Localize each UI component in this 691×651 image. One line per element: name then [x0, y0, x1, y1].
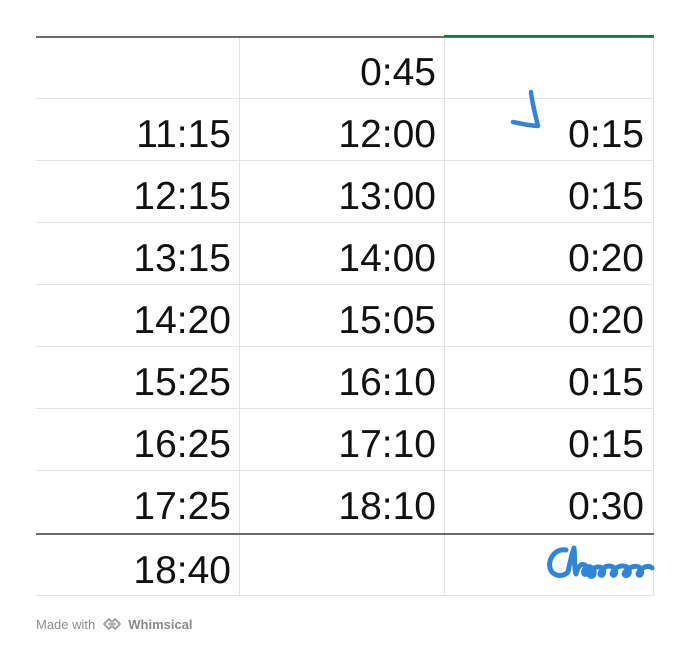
cell-end[interactable]: 18:10	[239, 470, 444, 532]
cell-end[interactable]: 0:45	[239, 36, 444, 98]
table-row: 14:20 15:05 0:20	[36, 284, 654, 346]
checkmark-icon	[510, 89, 541, 129]
cell-start[interactable]: 12:15	[36, 160, 239, 222]
cell-end[interactable]	[239, 534, 444, 596]
whimsical-logo-icon[interactable]	[101, 615, 123, 633]
cell-start[interactable]	[36, 36, 239, 98]
cell-break[interactable]: 0:15	[444, 98, 654, 160]
table-row: 0:45	[36, 36, 654, 98]
table-row: 16:25 17:10 0:15	[36, 408, 654, 470]
cell-break[interactable]	[444, 36, 654, 98]
table-row: 13:15 14:00 0:20	[36, 222, 654, 284]
cell-break[interactable]: 0:15	[444, 160, 654, 222]
cell-break[interactable]: 0:30	[444, 470, 654, 532]
signature-icon	[547, 545, 655, 579]
cell-start[interactable]: 15:25	[36, 346, 239, 408]
cell-start[interactable]: 18:40	[36, 534, 239, 596]
cell-start[interactable]: 11:15	[36, 98, 239, 160]
cell-end[interactable]: 13:00	[239, 160, 444, 222]
cell-end[interactable]: 16:10	[239, 346, 444, 408]
made-with-label: Made with	[36, 616, 96, 632]
cell-break[interactable]: 0:15	[444, 346, 654, 408]
cell-break[interactable]: 0:20	[444, 222, 654, 284]
cell-start[interactable]: 13:15	[36, 222, 239, 284]
cell-break[interactable]: 0:15	[444, 408, 654, 470]
cell-break[interactable]: 0:20	[444, 284, 654, 346]
table-bottom-border	[36, 595, 654, 596]
cell-end[interactable]: 14:00	[239, 222, 444, 284]
cell-start[interactable]: 14:20	[36, 284, 239, 346]
footer: Made with Whimsical	[36, 614, 193, 634]
table-row: 11:15 12:00 0:15	[36, 98, 654, 160]
table-row: 12:15 13:00 0:15	[36, 160, 654, 222]
table-row: 15:25 16:10 0:15	[36, 346, 654, 408]
cell-end[interactable]: 12:00	[239, 98, 444, 160]
spreadsheet: 0:45 11:15 12:00 0:15 12:15 13:00 0:15 1…	[36, 35, 654, 596]
cell-end[interactable]: 15:05	[239, 284, 444, 346]
cell-start[interactable]: 17:25	[36, 470, 239, 532]
table-row: 17:25 18:10 0:30	[36, 470, 654, 532]
whimsical-brand-link[interactable]: Whimsical	[128, 617, 192, 632]
cell-end[interactable]: 17:10	[239, 408, 444, 470]
cell-start[interactable]: 16:25	[36, 408, 239, 470]
